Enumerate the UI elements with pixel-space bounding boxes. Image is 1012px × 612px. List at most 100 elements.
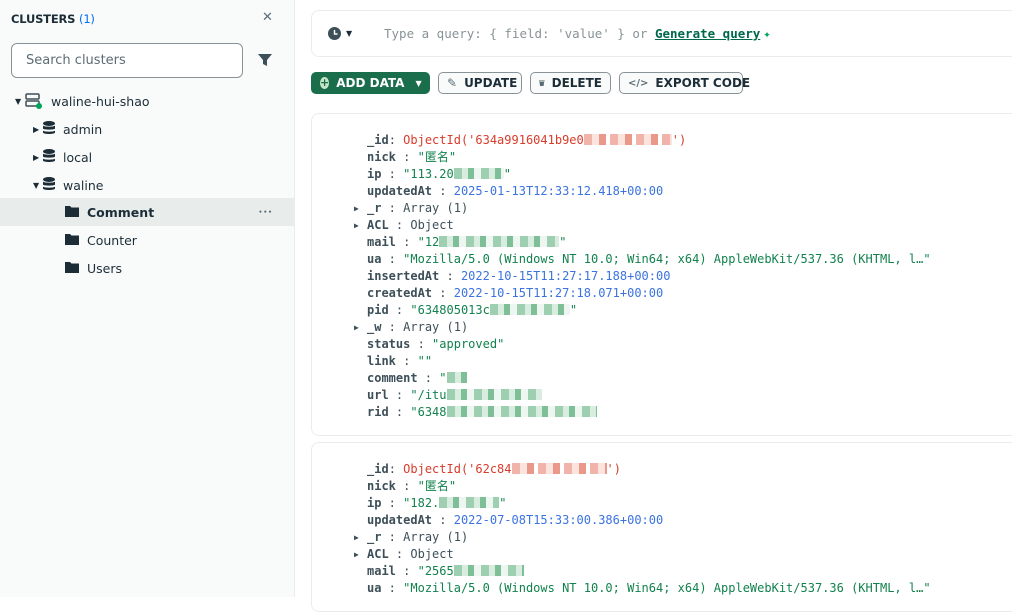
database-name: waline bbox=[63, 177, 104, 193]
query-history-button[interactable]: ▼ bbox=[328, 27, 352, 40]
field-value: 2022-10-15T11:27:18.071+00:00 bbox=[453, 286, 664, 300]
caret-down-icon: ▼ bbox=[15, 96, 22, 106]
redacted-block bbox=[439, 497, 500, 508]
expand-caret-icon[interactable]: ▶ bbox=[354, 319, 359, 336]
field-value: ObjectId('634a9916041b9e0 bbox=[403, 133, 584, 147]
redacted-block bbox=[446, 389, 542, 400]
field-value-end: " bbox=[559, 235, 567, 249]
document-field: status : "approved" bbox=[312, 336, 1012, 353]
generate-query-link[interactable]: Generate query bbox=[655, 26, 760, 41]
tree-collection[interactable]: Users bbox=[0, 254, 295, 282]
document-field: updatedAt : 2025-01-13T12:33:12.418+00:0… bbox=[312, 183, 1012, 200]
field-separator: : bbox=[395, 150, 418, 164]
add-data-label: ADD DATA bbox=[336, 76, 405, 90]
document-field: ▶ _r : Array (1) bbox=[312, 529, 1012, 546]
pencil-icon: ✎ bbox=[447, 76, 458, 90]
search-clusters-input[interactable] bbox=[11, 43, 243, 78]
field-key: ua bbox=[367, 252, 382, 266]
document-field: ▶ _w : Array (1) bbox=[312, 319, 1012, 336]
document-field: nick : "匿名" bbox=[312, 149, 1012, 166]
query-input[interactable]: Type a query: { field: 'value' } or Gene… bbox=[384, 26, 771, 41]
field-key: insertedAt bbox=[367, 269, 440, 283]
document-field: ip : "182. " bbox=[312, 495, 1012, 512]
field-key: ua bbox=[367, 581, 382, 595]
expand-caret-icon[interactable]: ▶ bbox=[354, 529, 359, 546]
expand-caret-icon[interactable]: ▶ bbox=[354, 546, 359, 563]
clock-icon bbox=[328, 27, 341, 40]
document-field: pid : "634805013c " bbox=[312, 302, 1012, 319]
document-field: mail : "2565 bbox=[312, 563, 1012, 580]
field-key: createdAt bbox=[367, 286, 433, 300]
field-key: _id bbox=[367, 133, 389, 147]
field-value: 2025-01-13T12:33:12.418+00:00 bbox=[453, 184, 664, 198]
redacted-block bbox=[446, 406, 597, 417]
cluster-name: waline-hui-shao bbox=[51, 93, 150, 109]
query-bar[interactable]: ▼ Type a query: { field: 'value' } or Ge… bbox=[311, 10, 1012, 57]
field-separator: : bbox=[381, 530, 404, 544]
collapse-sidebar-icon[interactable]: ✕ bbox=[262, 10, 273, 25]
tree-collection[interactable]: Counter bbox=[0, 226, 295, 254]
tree-database[interactable]: ▶ admin bbox=[0, 115, 295, 143]
field-value: Array (1) bbox=[403, 320, 469, 334]
field-value: "113.20 bbox=[403, 167, 454, 181]
field-key: comment bbox=[367, 371, 418, 385]
expand-caret-icon[interactable]: ▶ bbox=[354, 200, 359, 217]
folder-icon bbox=[65, 261, 79, 276]
code-icon: </> bbox=[628, 77, 649, 89]
tree-database[interactable]: ▶ local bbox=[0, 143, 295, 171]
field-value: Object bbox=[410, 547, 454, 561]
field-value: "6348 bbox=[410, 405, 447, 419]
document-field: updatedAt : 2022-07-08T15:33:00.386+00:0… bbox=[312, 512, 1012, 529]
field-separator: : bbox=[388, 218, 411, 232]
update-button[interactable]: ✎ UPDATE bbox=[438, 72, 522, 94]
field-key: updatedAt bbox=[367, 513, 433, 527]
delete-button[interactable]: DELETE bbox=[530, 72, 611, 94]
field-value: ObjectId('62c84 bbox=[403, 462, 512, 476]
database-icon bbox=[43, 148, 55, 166]
redacted-block bbox=[453, 565, 524, 576]
field-value: "2565 bbox=[417, 564, 454, 578]
field-value: Array (1) bbox=[403, 201, 469, 215]
tree-collection[interactable]: Comment ••• bbox=[0, 198, 295, 226]
filter-icon[interactable] bbox=[258, 53, 272, 67]
redacted-block bbox=[583, 134, 672, 145]
field-value: " bbox=[439, 371, 447, 385]
field-value: "12 bbox=[417, 235, 440, 249]
folder-icon bbox=[65, 205, 79, 220]
delete-label: DELETE bbox=[551, 76, 602, 90]
field-separator: : bbox=[432, 513, 454, 527]
field-value: "Mozilla/5.0 (Windows NT 10.0; Win64; x6… bbox=[403, 581, 931, 595]
field-value: "匿名" bbox=[417, 150, 457, 164]
expand-caret-icon[interactable]: ▶ bbox=[354, 217, 359, 234]
document-field: _id: ObjectId('62c84 ') bbox=[312, 461, 1012, 478]
redacted-block bbox=[511, 463, 607, 474]
collection-name: Users bbox=[87, 260, 123, 276]
field-value: "182. bbox=[403, 496, 440, 510]
field-key: ip bbox=[367, 167, 382, 181]
redacted-block bbox=[453, 168, 504, 179]
document-field: ua : "Mozilla/5.0 (Windows NT 10.0; Win6… bbox=[312, 251, 1012, 268]
collection-name: Comment bbox=[87, 204, 155, 220]
field-separator: : bbox=[432, 184, 454, 198]
caret-right-icon: ▶ bbox=[33, 124, 40, 134]
more-options-icon[interactable]: ••• bbox=[258, 209, 273, 216]
document-card[interactable]: _id: ObjectId('634a9916041b9e0 ') nick : "… bbox=[311, 113, 1012, 436]
document-card[interactable]: _id: ObjectId('62c84 ') nick : "匿名" ip : "1… bbox=[311, 442, 1012, 612]
field-key: pid bbox=[367, 303, 389, 317]
field-key: updatedAt bbox=[367, 184, 433, 198]
document-field: _id: ObjectId('634a9916041b9e0 ') bbox=[312, 132, 1012, 149]
tree-database[interactable]: ▼ waline bbox=[0, 171, 295, 199]
caret-right-icon: ▶ bbox=[33, 152, 40, 162]
field-key: ACL bbox=[367, 218, 389, 232]
folder-icon bbox=[65, 233, 79, 248]
export-code-button[interactable]: </> EXPORT CODE bbox=[619, 72, 750, 94]
field-value: "Mozilla/5.0 (Windows NT 10.0; Win64; x6… bbox=[403, 252, 931, 266]
add-data-button[interactable]: + ADD DATA ▼ bbox=[311, 72, 430, 94]
database-name: local bbox=[63, 149, 93, 165]
field-value: Array (1) bbox=[403, 530, 469, 544]
tree-cluster[interactable]: ▼ waline-hui-shao bbox=[0, 87, 295, 115]
field-key: url bbox=[367, 388, 389, 402]
clusters-title: CLUSTERS bbox=[11, 12, 76, 26]
query-placeholder: Type a query: { field: 'value' } or bbox=[384, 26, 648, 41]
collection-name: Counter bbox=[87, 232, 137, 248]
